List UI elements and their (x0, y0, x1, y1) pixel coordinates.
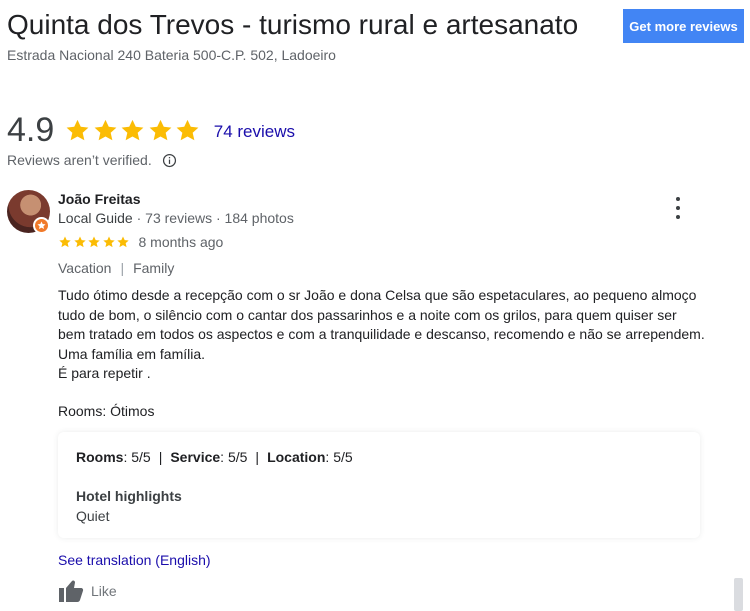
review-rating: 8 months ago (58, 234, 223, 250)
verification-note: Reviews aren’t verified. (7, 152, 177, 168)
rating-stars (64, 117, 202, 144)
reviewer-photos-count: 184 photos (224, 210, 294, 226)
place-address: Estrada Nacional 240 Bateria 500-C.P. 50… (7, 47, 336, 63)
local-guide-badge-icon (33, 217, 50, 234)
star-icon (149, 119, 172, 140)
get-more-reviews-button[interactable]: Get more reviews (623, 9, 744, 43)
thumb-up-icon (59, 580, 84, 602)
rooms-note: Rooms: Ótimos (58, 403, 155, 419)
hotel-highlights-title: Hotel highlights (76, 488, 182, 504)
tag-separator: | (120, 260, 125, 276)
star-icon (66, 119, 89, 140)
score-location: Location: 5/5 (267, 449, 353, 465)
score-rooms: Rooms: 5/5 (76, 449, 151, 465)
star-icon (176, 119, 199, 140)
reviews-count-link[interactable]: 74 reviews (214, 122, 295, 142)
hotel-highlights-value: Quiet (76, 508, 110, 524)
star-icon (94, 119, 117, 140)
star-icon (59, 236, 71, 248)
verification-text: Reviews aren’t verified. (7, 152, 152, 168)
review-details-card: Rooms: 5/5 | Service: 5/5 | Location: 5/… (58, 432, 700, 538)
scrollbar[interactable] (734, 578, 743, 611)
review-date: 8 months ago (138, 234, 224, 250)
place-header: Quinta dos Trevos - turismo rural e arte… (7, 8, 607, 63)
meta-separator: · (136, 210, 142, 226)
score-breakdown: Rooms: 5/5 | Service: 5/5 | Location: 5/… (76, 449, 353, 465)
meta-separator: · (215, 210, 221, 226)
review-text-line: É para repetir . (58, 365, 151, 381)
reviewer-name[interactable]: João Freitas (58, 191, 140, 207)
score-separator: | (255, 449, 260, 465)
score-service: Service: 5/5 (170, 449, 248, 465)
reviewer-reviews-count: 73 reviews (145, 210, 213, 226)
review-text: Tudo ótimo desde a recepção com o sr Joã… (58, 286, 723, 384)
star-icon (102, 236, 115, 248)
place-title: Quinta dos Trevos - turismo rural e arte… (7, 9, 579, 40)
star-icon (88, 236, 100, 248)
trip-type-tag: Vacation (58, 260, 112, 276)
info-icon[interactable] (162, 153, 177, 168)
rating-summary: 4.9 74 reviews (7, 112, 295, 148)
trip-tags: Vacation | Family (58, 260, 174, 276)
star-icon (121, 119, 144, 140)
like-button[interactable]: Like (58, 579, 117, 603)
rating-value: 4.9 (7, 111, 55, 149)
score-separator: | (158, 449, 163, 465)
star-icon (117, 236, 129, 248)
companion-tag: Family (133, 260, 175, 276)
local-guide-label: Local Guide (58, 210, 133, 226)
reviewer-meta: Local Guide · 73 reviews · 184 photos (58, 210, 294, 226)
see-translation-link[interactable]: See translation (English) (58, 552, 211, 568)
star-icon (73, 236, 86, 248)
review-text-line: Tudo ótimo desde a recepção com o sr Joã… (58, 287, 697, 303)
more-vert-icon[interactable] (670, 197, 686, 219)
like-label: Like (91, 583, 117, 599)
review-text-line: Uma família em família. (58, 345, 206, 362)
review-text-line: tudo de bom, o silêncio com o cantar dos… (58, 306, 677, 323)
review-text-line: bem tratado em todos os aspectos e com a… (58, 326, 705, 342)
